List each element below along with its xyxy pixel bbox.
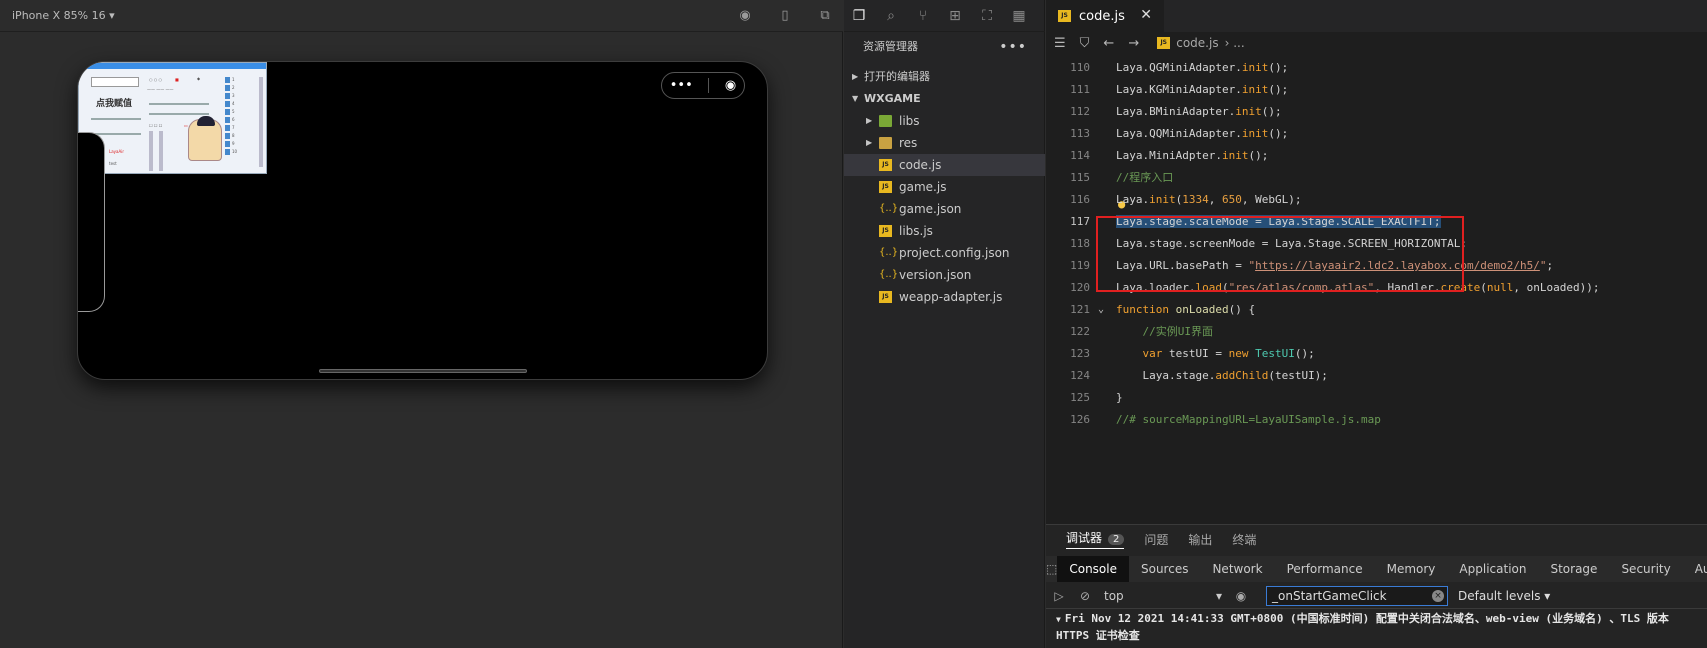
log-message-cont: HTTPS 证书检查 <box>1056 629 1140 642</box>
tree-item-weapp-adapter[interactable]: JS weapp-adapter.js <box>844 286 1045 308</box>
tab-application[interactable]: Application <box>1447 556 1538 582</box>
folder-icon <box>879 115 892 127</box>
search-icon[interactable]: ⌕ <box>882 7 900 25</box>
devtools-tabs: ⬚ Console Sources Network Performance Me… <box>1046 556 1707 582</box>
tab-terminal[interactable]: 终端 <box>1232 531 1256 548</box>
clear-filter-icon[interactable]: × <box>1432 589 1444 602</box>
tree-item-project-config[interactable]: {..} project.config.json <box>844 242 1045 264</box>
mini-small-text: test <box>109 161 117 166</box>
notch-outline <box>78 132 105 312</box>
clear-console-icon[interactable]: ⊘ <box>1072 589 1098 603</box>
json-file-icon: {..} <box>879 203 899 214</box>
tree-item-game-json[interactable]: {..} game.json <box>844 198 1045 220</box>
breadcrumb: ☰ ⛉ ← → JS code.js › ... <box>1046 32 1707 54</box>
tab-code-js[interactable]: JS code.js ✕ <box>1046 0 1164 32</box>
mini-button <box>91 77 139 87</box>
breadcrumb-rest[interactable]: › ... <box>1225 36 1245 50</box>
fold-chevron-icon[interactable]: ⌄ <box>1098 298 1104 322</box>
workspace-section[interactable]: ▼ WXGAME <box>844 88 1045 110</box>
tab-audits[interactable]: Audi <box>1683 556 1707 582</box>
tab-storage[interactable]: Storage <box>1538 556 1609 582</box>
explorer-header: 资源管理器 ••• <box>844 36 1045 58</box>
levels-dropdown[interactable]: Default levels ▾ <box>1458 589 1550 603</box>
list-icon[interactable]: ☰ <box>1054 36 1066 51</box>
capsule-menu[interactable]: ••• ◉ <box>661 72 745 99</box>
js-file-icon: JS <box>879 181 892 193</box>
more-actions-icon[interactable]: ••• <box>999 36 1027 58</box>
editor-tabs: JS code.js ✕ <box>1046 0 1707 32</box>
highlight-box <box>1096 216 1464 292</box>
more-dots-icon[interactable]: ••• <box>670 78 693 93</box>
tab-debugger[interactable]: 调试器 2 <box>1066 529 1125 549</box>
tree-item-code-js[interactable]: JS code.js <box>844 154 1045 176</box>
tab-label: code.js <box>1079 8 1125 24</box>
console-toolbar: ▷ ⊘ top ▾ ◉ _onStartGameClick × Default le… <box>1046 583 1707 609</box>
docker-icon[interactable]: ▦ <box>1010 7 1028 25</box>
eye-icon[interactable]: ◉ <box>1228 589 1254 603</box>
debugger-badge: 2 <box>1108 534 1125 545</box>
phone-icon[interactable]: ▯ <box>777 7 793 23</box>
source-control-icon[interactable]: ⑂ <box>914 7 932 25</box>
explorer-panel: ❐ ⌕ ⑂ ⊞ ⛶ ▦ 资源管理器 ••• ▶ 打开的编辑器 ▼ WXGAME … <box>844 0 1045 648</box>
folder-icon <box>879 137 892 149</box>
tree-item-version-json[interactable]: {..} version.json <box>844 264 1045 286</box>
tree-item-game-js[interactable]: JS game.js <box>844 176 1045 198</box>
expand-triangle-icon[interactable]: ▼ <box>1056 615 1061 624</box>
js-file-icon: JS <box>879 225 892 237</box>
file-tree: ▶ 打开的编辑器 ▼ WXGAME ▶ libs ▶ res JS code.j… <box>844 66 1045 308</box>
filter-input[interactable]: _onStartGameClick × <box>1266 585 1448 606</box>
home-indicator <box>319 369 527 373</box>
bookmark-icon[interactable]: ⛉ <box>1080 36 1090 51</box>
explorer-title: 资源管理器 <box>863 40 918 53</box>
json-file-icon: {..} <box>879 247 899 258</box>
sidebar-toggle-icon[interactable]: ▷ <box>1046 589 1072 603</box>
inspect-icon[interactable]: ⬚ <box>1046 562 1057 576</box>
game-preview: ○ ○ ○ ■ ◆ —— —— —— 点我赋值 ☐ ☐ ☐ ▭ LayaAir … <box>78 62 267 174</box>
tab-sources[interactable]: Sources <box>1129 556 1200 582</box>
mini-red-text: LayaAir <box>109 149 124 154</box>
js-file-icon: JS <box>879 291 892 303</box>
forward-arrow-icon[interactable]: → <box>1128 36 1139 51</box>
debug-icon[interactable]: ⛶ <box>978 7 996 25</box>
js-file-icon: JS <box>1058 10 1071 22</box>
simulator-toolbar: iPhone X 85% 16 ▾ ◉ ▯ ⧉ <box>0 0 843 32</box>
js-file-icon: JS <box>879 159 892 171</box>
js-file-icon: JS <box>1157 37 1171 49</box>
activity-bar: ❐ ⌕ ⑂ ⊞ ⛶ ▦ <box>844 0 1045 32</box>
tab-output[interactable]: 输出 <box>1188 531 1212 548</box>
log-message: Fri Nov 12 2021 14:41:33 GMT+0800 (中国标准时… <box>1064 612 1669 625</box>
app-root: iPhone X 85% 16 ▾ ◉ ▯ ⧉ ○ ○ ○ ■ ◆ —— —— … <box>0 0 1707 648</box>
tab-memory[interactable]: Memory <box>1375 556 1448 582</box>
window-icon[interactable]: ⧉ <box>817 7 833 23</box>
tab-console[interactable]: Console <box>1057 556 1129 582</box>
json-file-icon: {..} <box>879 269 899 280</box>
phone-screen[interactable]: ○ ○ ○ ■ ◆ —— —— —— 点我赋值 ☐ ☐ ☐ ▭ LayaAir … <box>77 61 768 380</box>
bottom-panel-tabs: 调试器 2 问题 输出 终端 <box>1046 525 1707 553</box>
character-image <box>188 116 222 161</box>
record-icon[interactable]: ◉ <box>737 7 753 23</box>
simulator-panel: iPhone X 85% 16 ▾ ◉ ▯ ⧉ ○ ○ ○ ■ ◆ —— —— … <box>0 0 843 648</box>
close-circle-icon[interactable]: ◉ <box>725 78 736 93</box>
back-arrow-icon[interactable]: ← <box>1103 36 1114 51</box>
tab-performance[interactable]: Performance <box>1275 556 1375 582</box>
tab-security[interactable]: Security <box>1609 556 1682 582</box>
context-selector[interactable]: top ▾ <box>1098 589 1228 603</box>
console-log: ▼ Fri Nov 12 2021 14:41:33 GMT+0800 (中国标准… <box>1046 611 1707 648</box>
tree-item-libs[interactable]: ▶ libs <box>844 110 1045 132</box>
close-icon[interactable]: ✕ <box>1140 7 1152 23</box>
breadcrumb-file[interactable]: code.js <box>1176 36 1218 50</box>
tree-item-libs-js[interactable]: JS libs.js <box>844 220 1045 242</box>
open-editors-section[interactable]: ▶ 打开的编辑器 <box>844 66 1045 88</box>
tab-network[interactable]: Network <box>1200 556 1274 582</box>
mini-big-label: 点我赋值 <box>96 99 133 109</box>
devtools-panel: 调试器 2 问题 输出 终端 ⬚ Console Sources Network … <box>1046 524 1707 648</box>
files-icon[interactable]: ❐ <box>850 7 868 25</box>
tab-problems[interactable]: 问题 <box>1144 531 1168 548</box>
extensions-icon[interactable]: ⊞ <box>946 7 964 25</box>
tree-item-res[interactable]: ▶ res <box>844 132 1045 154</box>
device-selector[interactable]: iPhone X 85% 16 ▾ <box>12 9 115 22</box>
